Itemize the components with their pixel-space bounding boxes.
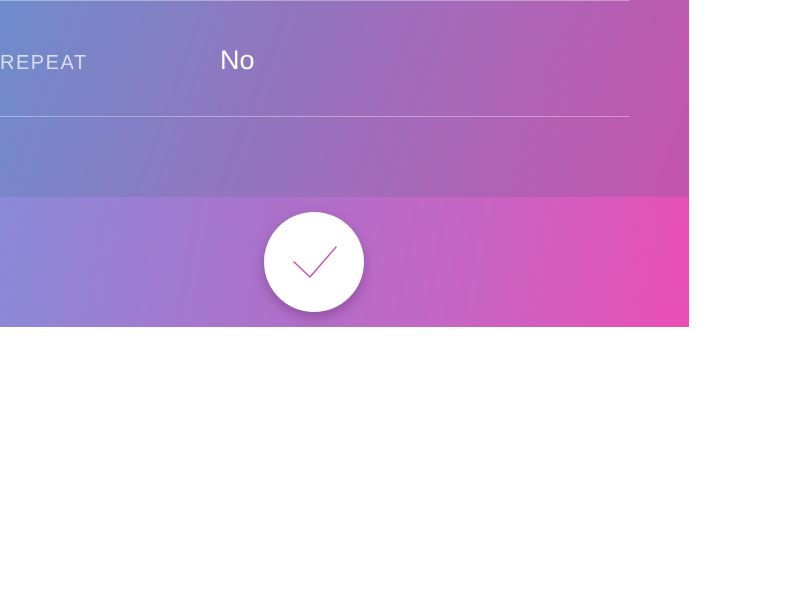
check-icon [293, 246, 337, 278]
repeat-value[interactable]: No [220, 45, 255, 76]
row-divider [0, 116, 630, 117]
top-divider [0, 0, 630, 1]
confirm-button[interactable] [264, 212, 364, 312]
settings-section: REPEAT No [0, 0, 689, 197]
repeat-settings-panel: REPEAT No [0, 0, 689, 327]
repeat-label: REPEAT [0, 52, 88, 74]
